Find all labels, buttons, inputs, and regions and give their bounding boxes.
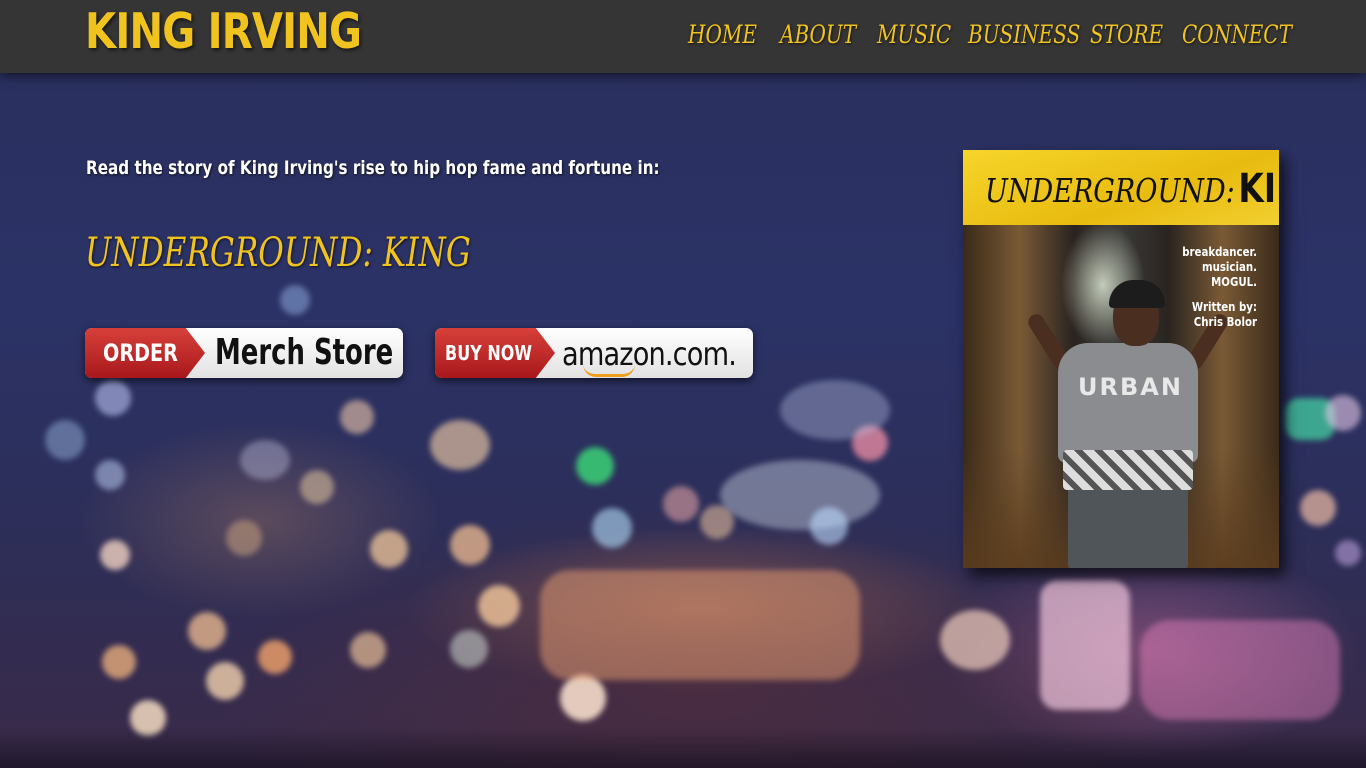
site-logo[interactable]: KING IRVING	[85, 3, 362, 60]
book-title-heading: UNDERGROUND: KING	[85, 230, 471, 276]
cover-title-king: KING	[1238, 166, 1279, 212]
nav-about-link[interactable]: ABOUT	[780, 20, 856, 49]
buy-now-tag-label: BUY NOW	[445, 341, 532, 365]
buy-now-amazon-button[interactable]: BUY NOW amazon.com.	[435, 328, 753, 378]
cover-tagline-3: MOGUL.	[1211, 275, 1257, 289]
order-tag: ORDER	[85, 328, 205, 378]
nav-connect-link[interactable]: CONNECT	[1182, 20, 1292, 49]
cover-title-underground: UNDERGROUND:	[985, 171, 1235, 210]
cover-tagline: breakdancer. musician. MOGUL. Written by…	[1182, 245, 1257, 330]
book-cover-title: UNDERGROUND: KING	[985, 166, 1279, 212]
cover-credit-author: Chris Bolor	[1193, 315, 1257, 329]
nav-store-link[interactable]: STORE	[1090, 20, 1163, 49]
nav-music-link[interactable]: MUSIC	[877, 20, 951, 49]
intro-text: Read the story of King Irving's rise to …	[86, 157, 660, 179]
cover-shirt-text: URBAN	[1078, 373, 1183, 401]
cover-tagline-2: musician.	[1201, 260, 1257, 274]
nav-business-link[interactable]: BUSINESS	[968, 20, 1080, 49]
buy-now-tag: BUY NOW	[435, 328, 555, 378]
amazon-smile-icon	[583, 364, 635, 377]
order-merch-store-button[interactable]: ORDER Merch Store	[85, 328, 403, 378]
merch-store-label: Merch Store	[215, 332, 394, 373]
book-cover-image[interactable]: UNDERGROUND: KING URBAN breakdancer. mus…	[963, 150, 1279, 568]
site-header: KING IRVING HOME ABOUT MUSIC BUSINESS ST…	[0, 0, 1366, 73]
nav-home-link[interactable]: HOME	[688, 20, 757, 49]
book-cover-title-band: UNDERGROUND: KING	[963, 150, 1279, 225]
order-tag-label: ORDER	[103, 339, 178, 367]
cover-credit-label: Written by:	[1191, 300, 1257, 314]
cover-tagline-1: breakdancer.	[1182, 245, 1257, 259]
